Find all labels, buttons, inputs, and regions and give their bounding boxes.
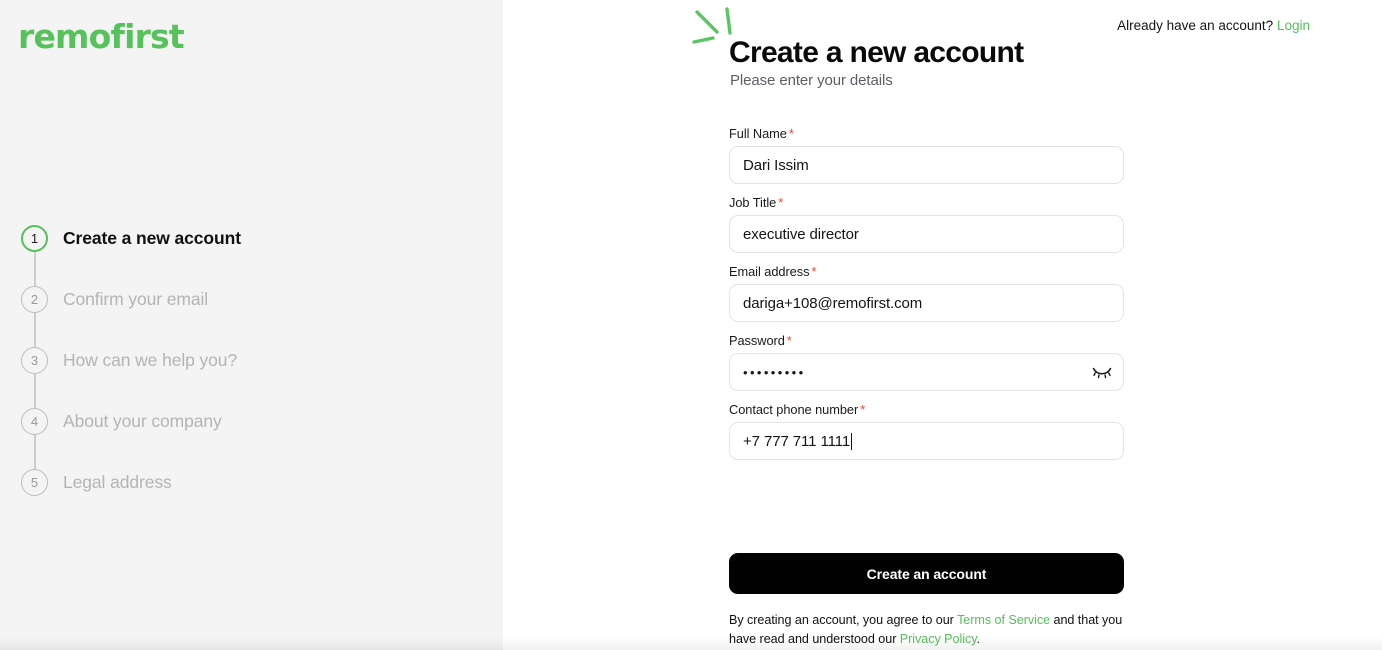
eye-off-icon[interactable]: [1091, 364, 1113, 380]
terms-of-service-link[interactable]: Terms of Service: [957, 613, 1050, 627]
input-wrap-email: dariga+108@remofirst.com: [729, 284, 1124, 322]
email-input[interactable]: dariga+108@remofirst.com: [729, 284, 1124, 322]
login-prompt: Already have an account? Login: [1117, 18, 1310, 33]
login-link[interactable]: Login: [1277, 18, 1310, 33]
stepper-item-3[interactable]: 3 How can we help you?: [21, 330, 441, 408]
signup-page: remofirst 1 Create a new account 2 Confi…: [0, 0, 1382, 650]
stepper-item-4[interactable]: 4 About your company: [21, 391, 441, 469]
label-job-title-text: Job Title: [729, 195, 777, 210]
job-title-input[interactable]: executive director: [729, 215, 1124, 253]
legal-text-part3: .: [976, 632, 981, 647]
required-asterisk-full-name: *: [788, 126, 794, 141]
required-asterisk-password: *: [786, 333, 792, 348]
remofirst-logo: remofirst: [18, 17, 185, 56]
label-full-name: Full Name *: [729, 126, 1124, 141]
password-input[interactable]: •••••••••: [729, 353, 1124, 391]
legal-disclaimer: By creating an account, you agree to our…: [729, 611, 1127, 649]
privacy-policy-link[interactable]: Privacy Policy: [900, 632, 977, 646]
label-email: Email address *: [729, 264, 1124, 279]
field-password: Password * •••••••••: [729, 333, 1124, 391]
field-job-title: Job Title * executive director: [729, 195, 1124, 253]
input-wrap-job-title: executive director: [729, 215, 1124, 253]
required-asterisk-job-title: *: [778, 195, 784, 210]
page-subtitle: Please enter your details: [730, 72, 893, 89]
onboarding-stepper: 1 Create a new account 2 Confirm your em…: [21, 208, 441, 513]
required-asterisk-email: *: [811, 264, 817, 279]
input-wrap-password: •••••••••: [729, 353, 1124, 391]
step-number-3: 3: [21, 347, 48, 374]
step-label-5: Legal address: [63, 472, 172, 492]
required-asterisk-contact-phone-number: *: [860, 402, 866, 417]
right-panel: Already have an account? Login Create a …: [503, 0, 1382, 650]
field-full-name: Full Name * Dari Issim: [729, 126, 1124, 184]
step-connector-2: [34, 313, 36, 347]
contact-phone-number-input[interactable]: +7 777 711 1111: [729, 422, 1124, 460]
input-wrap-full-name: Dari Issim: [729, 146, 1124, 184]
step-connector-4: [34, 435, 36, 469]
left-panel: remofirst 1 Create a new account 2 Confi…: [0, 0, 503, 650]
step-number-5: 5: [21, 469, 48, 496]
stepper-item-2[interactable]: 2 Confirm your email: [21, 269, 441, 347]
contact-phone-number-value: +7 777 711 1111: [743, 432, 851, 450]
signup-form: Full Name * Dari Issim Job Title * executi…: [729, 126, 1124, 646]
label-job-title: Job Title *: [729, 195, 1124, 210]
label-contact-phone-number-text: Contact phone number: [729, 402, 859, 417]
label-password-text: Password: [729, 333, 785, 348]
step-label-3: How can we help you?: [63, 350, 238, 370]
label-full-name-text: Full Name: [729, 126, 787, 141]
text-caret: [851, 432, 853, 450]
step-label-1: Create a new account: [63, 228, 241, 248]
field-email: Email address * dariga+108@remofirst.com: [729, 264, 1124, 322]
label-email-text: Email address: [729, 264, 810, 279]
stepper-item-1[interactable]: 1 Create a new account: [21, 208, 441, 286]
label-contact-phone-number: Contact phone number *: [729, 402, 1124, 417]
legal-text-part1: By creating an account, you agree to our: [729, 613, 958, 627]
step-number-1: 1: [21, 225, 48, 252]
step-label-2: Confirm your email: [63, 289, 209, 309]
page-title: Create a new account: [729, 36, 1024, 69]
label-password: Password *: [729, 333, 1124, 348]
step-connector-3: [34, 374, 36, 408]
input-wrap-contact-phone-number: +7 777 711 1111: [729, 422, 1124, 460]
step-label-4: About your company: [63, 411, 222, 431]
create-account-button[interactable]: Create an account: [729, 553, 1124, 594]
step-connector-1: [34, 252, 36, 286]
field-contact-phone-number: Contact phone number * +7 777 711 1111: [729, 402, 1124, 460]
stepper-item-5[interactable]: 5 Legal address: [21, 452, 441, 513]
login-prompt-text: Already have an account?: [1117, 18, 1274, 33]
step-number-2: 2: [21, 286, 48, 313]
full-name-input[interactable]: Dari Issim: [729, 146, 1124, 184]
step-number-4: 4: [21, 408, 48, 435]
